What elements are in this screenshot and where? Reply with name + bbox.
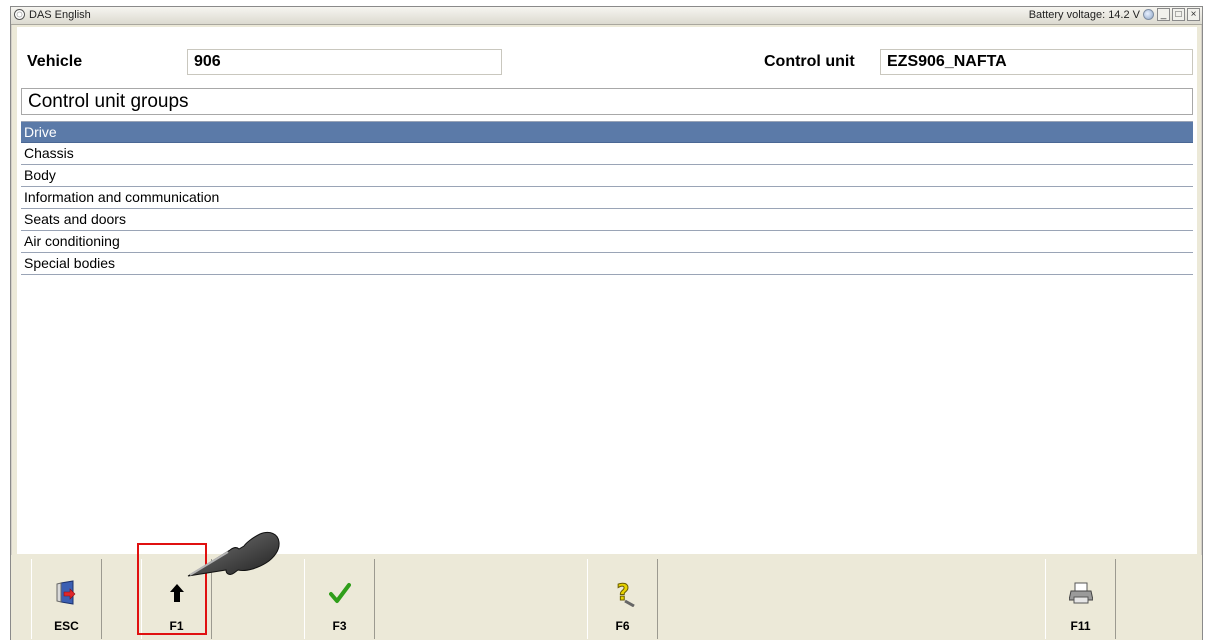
checkmark-icon <box>305 579 374 607</box>
control-unit-label: Control unit <box>764 53 855 70</box>
list-item-body[interactable]: Body <box>21 165 1193 187</box>
pointing-hand-icon <box>187 531 280 577</box>
groups-header: Control unit groups <box>21 88 1193 115</box>
list-item-chassis[interactable]: Chassis <box>21 143 1193 165</box>
list-item-air-conditioning[interactable]: Air conditioning <box>21 231 1193 253</box>
vehicle-label: Vehicle <box>27 53 83 70</box>
printer-icon <box>1046 579 1115 607</box>
list-item-special-bodies[interactable]: Special bodies <box>21 253 1193 275</box>
help-question-icon: ? <box>588 579 657 607</box>
window-title: DAS English <box>29 9 91 21</box>
list-item-information-communication[interactable]: Information and communication <box>21 187 1193 209</box>
close-button[interactable]: × <box>1187 8 1200 21</box>
vehicle-field: 906 <box>187 49 502 75</box>
title-bar: DAS English Battery voltage: 14.2 V _ □ … <box>11 7 1202 25</box>
list-item-drive[interactable]: Drive <box>21 121 1193 143</box>
esc-button[interactable]: ESC <box>31 559 102 639</box>
mercedes-logo-icon <box>14 9 25 20</box>
list-item-seats-doors[interactable]: Seats and doors <box>21 209 1193 231</box>
f6-button[interactable]: ? F6 <box>587 559 658 639</box>
main-content: Vehicle 906 Control unit EZS906_NAFTA Co… <box>17 27 1197 554</box>
f11-button[interactable]: F11 <box>1045 559 1116 639</box>
restore-button[interactable]: □ <box>1172 8 1185 21</box>
control-unit-field: EZS906_NAFTA <box>880 49 1193 75</box>
control-unit-groups-list: Drive Chassis Body Information and commu… <box>21 121 1193 275</box>
f3-button[interactable]: F3 <box>304 559 375 639</box>
exit-door-icon <box>32 579 101 607</box>
battery-voltage: Battery voltage: 14.2 V <box>1028 9 1140 21</box>
battery-status-icon <box>1143 9 1154 20</box>
minimize-button[interactable]: _ <box>1157 8 1170 21</box>
